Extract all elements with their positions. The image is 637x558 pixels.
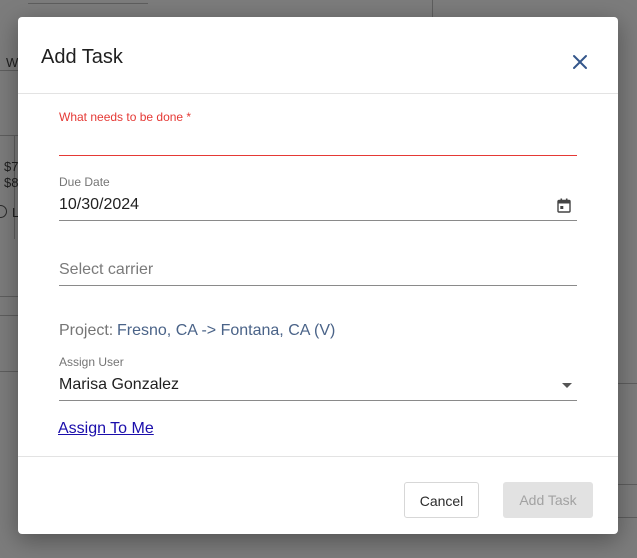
due-date-input[interactable]: 10/30/2024 [59,196,139,214]
bg-divider [618,383,637,384]
bg-divider [0,70,18,71]
dialog-header: Add Task [18,17,618,94]
assign-to-me-link[interactable]: Assign To Me [58,420,154,438]
chevron-down-icon[interactable] [562,383,572,388]
add-task-button[interactable]: Add Task [503,482,593,518]
bg-text: $7 [4,159,19,174]
bg-divider [28,3,148,4]
bg-divider [618,517,637,518]
project-label: Project: [59,322,114,339]
add-task-dialog: Add Task What needs to be done * Due Dat… [18,17,618,534]
bg-divider [0,296,18,297]
bg-divider [0,135,18,136]
task-field-label: What needs to be done * [59,110,192,124]
bg-text: W [6,55,19,70]
task-input[interactable] [59,127,577,155]
assign-user-underline [59,400,577,401]
dialog-title: Add Task [41,46,123,68]
due-date-underline [59,220,577,221]
radio-icon [0,205,7,218]
bg-text: $8 [4,175,19,190]
bg-divider [0,315,18,316]
assign-user-value: Marisa Gonzalez [59,376,180,393]
assign-user-select[interactable]: Marisa Gonzalez [59,372,577,400]
carrier-underline [59,285,577,286]
task-input-underline [59,155,577,156]
cancel-button[interactable]: Cancel [404,482,479,518]
bg-divider [432,0,433,18]
assign-user-label: Assign User [59,355,124,369]
close-icon[interactable] [569,51,591,73]
calendar-icon[interactable] [557,198,571,213]
carrier-select[interactable]: Select carrier [59,255,577,285]
bg-divider [0,371,18,372]
footer-divider [18,456,618,457]
project-value: Fresno, CA -> Fontana, CA (V) [117,322,336,339]
bg-divider [618,484,637,485]
carrier-placeholder: Select carrier [59,261,154,278]
due-date-label: Due Date [59,175,110,189]
